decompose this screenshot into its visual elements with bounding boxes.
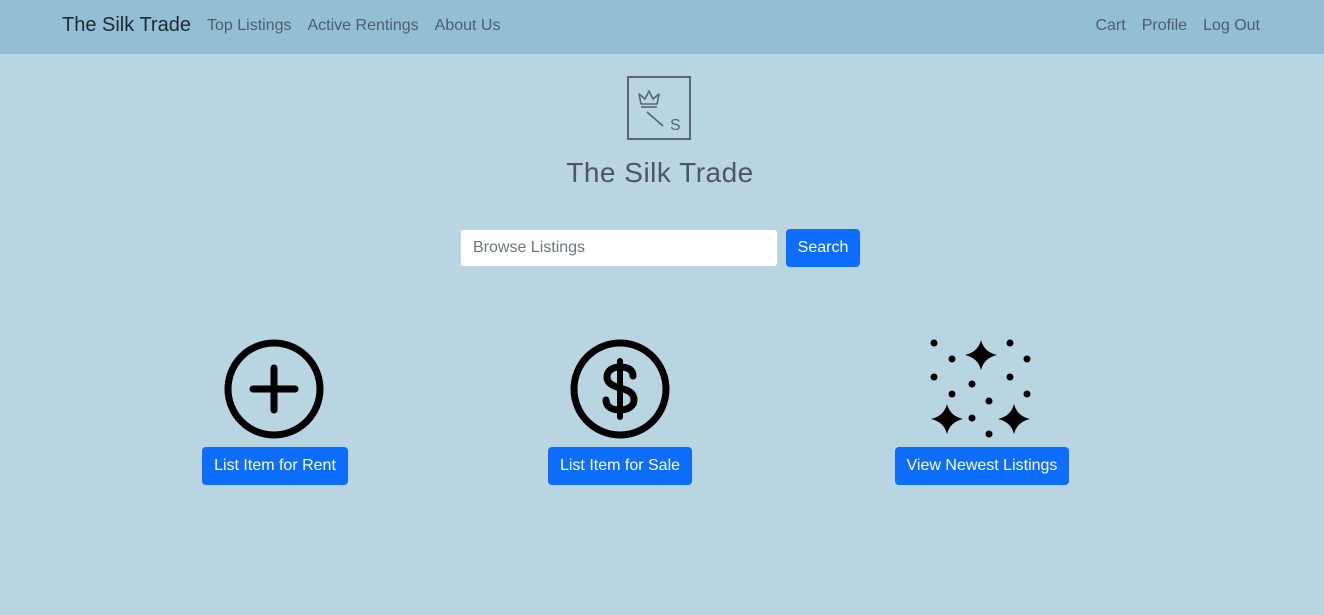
nav-top-listings[interactable]: Top Listings bbox=[207, 17, 292, 35]
nav-left-links: Top Listings Active Rentings About Us bbox=[207, 17, 500, 35]
list-for-rent-button[interactable]: List Item for Rent bbox=[202, 447, 348, 485]
nav-active-rentings[interactable]: Active Rentings bbox=[308, 17, 419, 35]
dollar-circle-icon bbox=[570, 339, 670, 439]
nav-cart[interactable]: Cart bbox=[1095, 17, 1125, 35]
plus-circle-icon bbox=[224, 339, 324, 439]
top-navbar: The Silk Trade Top Listings Active Renti… bbox=[0, 0, 1324, 54]
sparkles-icon bbox=[930, 339, 1031, 438]
nav-log-out[interactable]: Log Out bbox=[1203, 17, 1260, 35]
search-input[interactable] bbox=[460, 229, 778, 267]
nav-right-links: Cart Profile Log Out bbox=[1095, 17, 1260, 35]
view-newest-listings-button[interactable]: View Newest Listings bbox=[895, 447, 1069, 485]
page-title: The Silk Trade bbox=[566, 157, 754, 188]
nav-about-us[interactable]: About Us bbox=[435, 17, 501, 35]
search-button[interactable]: Search bbox=[786, 229, 860, 267]
logo-letter: S bbox=[670, 117, 681, 134]
list-for-sale-button[interactable]: List Item for Sale bbox=[548, 447, 692, 485]
crown-logo-icon: S bbox=[638, 90, 681, 134]
nav-profile[interactable]: Profile bbox=[1142, 17, 1187, 35]
brand-link[interactable]: The Silk Trade bbox=[62, 14, 191, 37]
site-logo: S bbox=[627, 76, 691, 140]
